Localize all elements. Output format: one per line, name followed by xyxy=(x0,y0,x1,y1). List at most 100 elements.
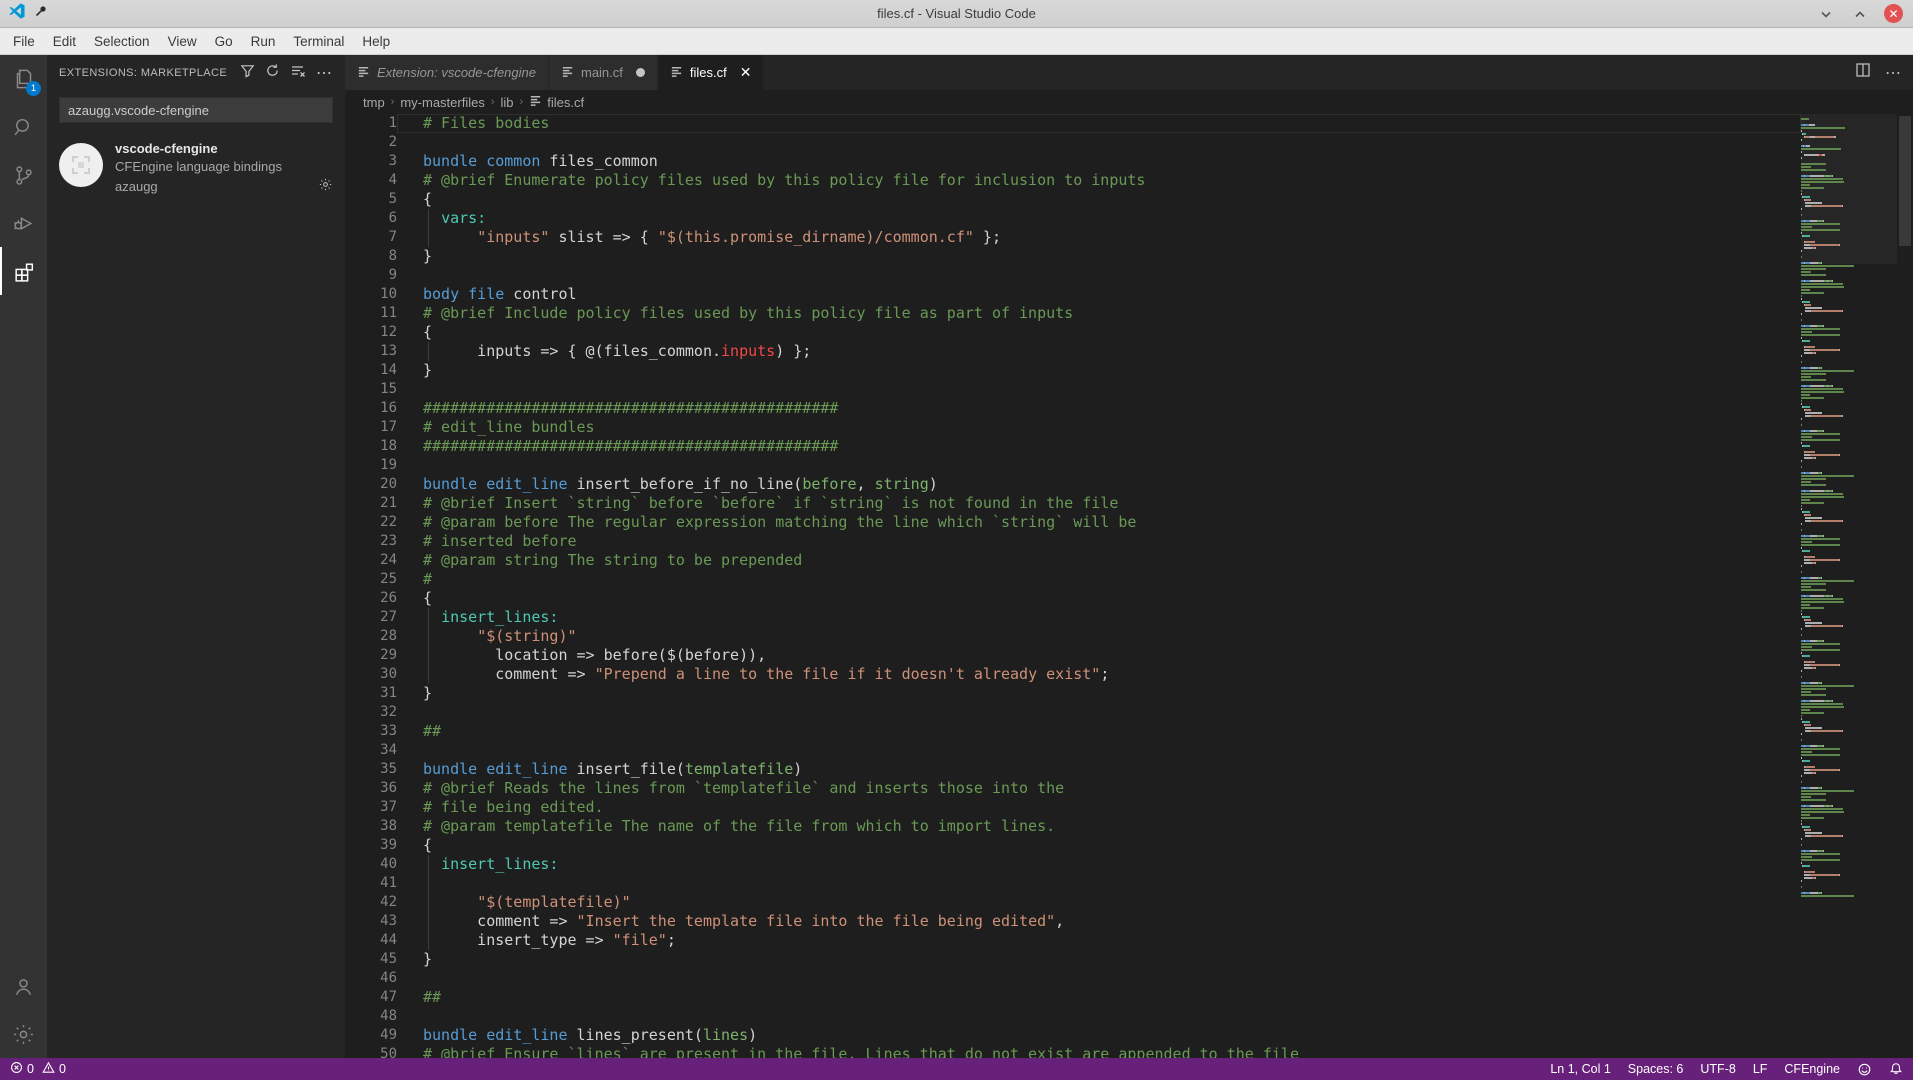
code-line-7[interactable]: 7 "inputs" slist => { "$(this.promise_di… xyxy=(345,228,1801,247)
code-line-44[interactable]: 44 insert_type => "file"; xyxy=(345,931,1801,950)
extension-list-item[interactable]: vscode-cfengine CFEngine language bindin… xyxy=(47,133,345,203)
tab-main-cf[interactable]: main.cf xyxy=(549,55,658,90)
tab-files-cf[interactable]: files.cf✕ xyxy=(658,55,765,90)
code-line-30[interactable]: 30 comment => "Prepend a line to the fil… xyxy=(345,665,1801,684)
source-control-icon[interactable] xyxy=(0,151,47,199)
code-line-36[interactable]: 36# @brief Reads the lines from `templat… xyxy=(345,779,1801,798)
code-line-41[interactable]: 41 xyxy=(345,874,1801,893)
code-line-13[interactable]: 13 inputs => { @(files_common.inputs) }; xyxy=(345,342,1801,361)
code-line-20[interactable]: 20bundle edit_line insert_before_if_no_l… xyxy=(345,475,1801,494)
more-actions-icon[interactable]: ⋯ xyxy=(316,63,333,83)
code-line-39[interactable]: 39{ xyxy=(345,836,1801,855)
menu-help[interactable]: Help xyxy=(353,28,399,55)
menu-go[interactable]: Go xyxy=(206,28,242,55)
code-line-6[interactable]: 6 vars: xyxy=(345,209,1801,228)
close-tab-icon[interactable]: ✕ xyxy=(740,64,752,81)
clear-results-icon[interactable] xyxy=(290,63,306,84)
code-line-3[interactable]: 3bundle common files_common xyxy=(345,152,1801,171)
cursor-position[interactable]: Ln 1, Col 1 xyxy=(1550,1062,1610,1076)
menu-file[interactable]: File xyxy=(4,28,44,55)
code-line-45[interactable]: 45} xyxy=(345,950,1801,969)
code-editor[interactable]: 1# Files bodies23bundle common files_com… xyxy=(345,114,1801,1058)
feedback-icon[interactable] xyxy=(1857,1062,1872,1077)
code-line-49[interactable]: 49bundle edit_line lines_present(lines) xyxy=(345,1026,1801,1045)
code-line-35[interactable]: 35bundle edit_line insert_file(templatef… xyxy=(345,760,1801,779)
code-line-22[interactable]: 22# @param before The regular expression… xyxy=(345,513,1801,532)
code-line-9[interactable]: 9 xyxy=(345,266,1801,285)
code-line-34[interactable]: 34 xyxy=(345,741,1801,760)
extensions-icon[interactable] xyxy=(0,247,47,295)
extension-manage-gear-icon[interactable] xyxy=(318,177,333,195)
code-line-2[interactable]: 2 xyxy=(345,133,1801,152)
minimize-icon[interactable] xyxy=(1816,4,1836,24)
code-line-50[interactable]: 50# @brief Ensure `lines` are present in… xyxy=(345,1045,1801,1058)
refresh-icon[interactable] xyxy=(265,63,280,83)
code-line-15[interactable]: 15 xyxy=(345,380,1801,399)
modified-dot-icon[interactable] xyxy=(636,68,645,77)
eol-sequence[interactable]: LF xyxy=(1753,1062,1768,1076)
breadcrumb[interactable]: tmp›my-masterfiles›lib›files.cf xyxy=(345,90,1913,114)
breadcrumb-item-tmp[interactable]: tmp xyxy=(363,95,385,110)
tab-extension-vscode-cfengine[interactable]: Extension: vscode-cfengine xyxy=(345,55,549,90)
code-line-32[interactable]: 32 xyxy=(345,703,1801,722)
code-line-38[interactable]: 38# @param templatefile The name of the … xyxy=(345,817,1801,836)
code-line-14[interactable]: 14} xyxy=(345,361,1801,380)
code-line-26[interactable]: 26{ xyxy=(345,589,1801,608)
code-line-37[interactable]: 37# file being edited. xyxy=(345,798,1801,817)
code-line-18[interactable]: 18######################################… xyxy=(345,437,1801,456)
code-line-16[interactable]: 16######################################… xyxy=(345,399,1801,418)
code-line-40[interactable]: 40 insert_lines: xyxy=(345,855,1801,874)
language-mode[interactable]: CFEngine xyxy=(1784,1062,1840,1076)
menu-run[interactable]: Run xyxy=(242,28,285,55)
search-icon[interactable] xyxy=(0,103,47,151)
account-icon[interactable] xyxy=(0,962,47,1010)
menu-selection[interactable]: Selection xyxy=(85,28,159,55)
editor-more-actions-icon[interactable]: ⋯ xyxy=(1885,63,1901,83)
code-line-8[interactable]: 8} xyxy=(345,247,1801,266)
close-window-icon[interactable]: ✕ xyxy=(1884,4,1903,23)
code-line-10[interactable]: 10body file control xyxy=(345,285,1801,304)
code-line-42[interactable]: 42 "$(templatefile)" xyxy=(345,893,1801,912)
run-debug-icon[interactable] xyxy=(0,199,47,247)
settings-gear-icon[interactable] xyxy=(0,1010,47,1058)
bell-icon[interactable] xyxy=(1889,1062,1903,1076)
scrollbar-thumb[interactable] xyxy=(1899,116,1911,246)
code-line-29[interactable]: 29 location => before($(before)), xyxy=(345,646,1801,665)
code-line-19[interactable]: 19 xyxy=(345,456,1801,475)
code-line-24[interactable]: 24# @param string The string to be prepe… xyxy=(345,551,1801,570)
code-line-25[interactable]: 25# xyxy=(345,570,1801,589)
pin-icon[interactable] xyxy=(34,4,48,23)
breadcrumb-item-my-masterfiles[interactable]: my-masterfiles xyxy=(400,95,485,110)
split-editor-icon[interactable] xyxy=(1855,62,1871,83)
code-line-33[interactable]: 33## xyxy=(345,722,1801,741)
code-line-21[interactable]: 21# @brief Insert `string` before `befor… xyxy=(345,494,1801,513)
minimap[interactable] xyxy=(1801,114,1897,1058)
breadcrumb-item-files.cf[interactable]: files.cf xyxy=(529,94,584,110)
filter-icon[interactable] xyxy=(240,63,255,83)
code-line-1[interactable]: 1# Files bodies xyxy=(345,114,1801,133)
code-line-31[interactable]: 31} xyxy=(345,684,1801,703)
code-line-17[interactable]: 17# edit_line bundles xyxy=(345,418,1801,437)
explorer-icon[interactable]: 1 xyxy=(0,55,47,103)
code-line-11[interactable]: 11# @brief Include policy files used by … xyxy=(345,304,1801,323)
editor-scrollbar[interactable] xyxy=(1897,114,1913,1058)
code-line-23[interactable]: 23# inserted before xyxy=(345,532,1801,551)
code-line-43[interactable]: 43 comment => "Insert the template file … xyxy=(345,912,1801,931)
encoding[interactable]: UTF-8 xyxy=(1700,1062,1735,1076)
code-line-48[interactable]: 48 xyxy=(345,1007,1801,1026)
code-line-47[interactable]: 47## xyxy=(345,988,1801,1007)
breadcrumb-item-lib[interactable]: lib xyxy=(501,95,514,110)
extension-search-box[interactable] xyxy=(59,97,333,123)
code-line-27[interactable]: 27 insert_lines: xyxy=(345,608,1801,627)
code-line-46[interactable]: 46 xyxy=(345,969,1801,988)
menu-edit[interactable]: Edit xyxy=(44,28,85,55)
extension-search-input[interactable] xyxy=(68,103,324,118)
code-line-12[interactable]: 12{ xyxy=(345,323,1801,342)
menu-terminal[interactable]: Terminal xyxy=(284,28,353,55)
maximize-icon[interactable] xyxy=(1850,4,1870,24)
problems-indicator[interactable]: 0 0 xyxy=(10,1061,66,1077)
indentation[interactable]: Spaces: 6 xyxy=(1628,1062,1684,1076)
code-line-4[interactable]: 4# @brief Enumerate policy files used by… xyxy=(345,171,1801,190)
menu-view[interactable]: View xyxy=(159,28,206,55)
code-line-28[interactable]: 28 "$(string)" xyxy=(345,627,1801,646)
